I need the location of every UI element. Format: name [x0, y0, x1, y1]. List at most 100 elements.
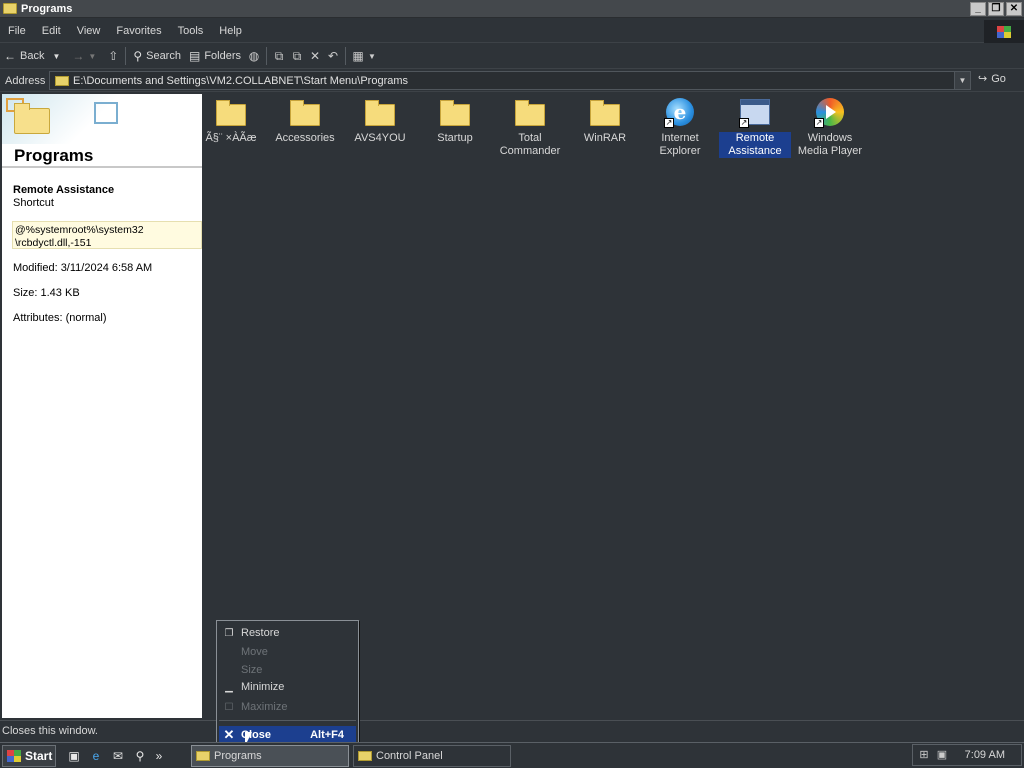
- back-label: Back: [20, 50, 45, 62]
- file-item-label: Ã§¨ ×ÀÃæ: [205, 132, 257, 144]
- minimize-button[interactable]: _: [970, 2, 986, 16]
- menu-file[interactable]: File: [0, 25, 34, 37]
- system-menu: ❐ Restore Move Size ▁ Minimize ☐ Maximiz…: [216, 620, 359, 746]
- chevron-icon[interactable]: »: [154, 748, 164, 764]
- folder-icon: [515, 100, 545, 126]
- folder-icon: [365, 100, 395, 126]
- up-folder-icon[interactable]: ⇧: [104, 49, 122, 63]
- search-button[interactable]: ⚲ Search: [129, 45, 185, 67]
- network-icon[interactable]: ⊞: [917, 748, 931, 762]
- history-icon[interactable]: ◍: [245, 49, 263, 63]
- toolbar-separator: [266, 47, 267, 65]
- folders-icon: ▤: [188, 49, 201, 63]
- back-button[interactable]: ← Back ▼: [0, 45, 68, 67]
- clock: 7:09 AM: [964, 749, 1005, 761]
- file-item-label: WinRAR: [583, 132, 627, 144]
- views-dropdown-icon[interactable]: ▼: [367, 52, 377, 61]
- file-item[interactable]: Ã§¨ ×ÀÃæ: [195, 94, 267, 145]
- back-dropdown-icon[interactable]: ▼: [52, 52, 60, 61]
- selected-item-name: Remote Assistance: [13, 184, 115, 196]
- file-item-label: Startup: [437, 132, 473, 144]
- selected-item-type: Shortcut: [13, 197, 54, 209]
- menu-item-size: Size: [241, 664, 263, 676]
- copy-to-icon[interactable]: ⧉: [288, 49, 306, 64]
- status-bar: Closes this window.: [0, 720, 1024, 741]
- folder-icon: [216, 100, 246, 126]
- shortcut-arrow-icon: ↗: [664, 118, 674, 128]
- window-controls: _ ❐ ✕: [970, 2, 1022, 16]
- file-item-selected[interactable]: ↗ Remote Assistance: [719, 94, 791, 158]
- restore-button[interactable]: ❐: [988, 2, 1004, 16]
- menu-view[interactable]: View: [69, 25, 109, 37]
- explorer-icon[interactable]: ⚲: [132, 748, 148, 764]
- address-field[interactable]: E:\Documents and Settings\VM2.COLLABNET\…: [49, 71, 971, 90]
- folders-label: Folders: [204, 50, 241, 62]
- file-item-label: Total Commander: [499, 132, 561, 157]
- file-item[interactable]: e ↗ Internet Explorer: [644, 94, 716, 158]
- file-size: Size: 1.43 KB: [13, 287, 80, 299]
- file-item[interactable]: WinRAR: [569, 94, 641, 145]
- windows-flag-icon: [7, 749, 21, 762]
- menu-edit[interactable]: Edit: [34, 25, 69, 37]
- internet-explorer-icon[interactable]: e: [88, 748, 104, 764]
- search-icon: ⚲: [133, 49, 143, 63]
- address-dropdown-icon[interactable]: ▼: [954, 72, 970, 89]
- go-label: Go: [991, 72, 1006, 85]
- start-button[interactable]: Start: [2, 744, 56, 767]
- views-icon[interactable]: ▦: [349, 49, 367, 63]
- folder-icon: [3, 3, 17, 14]
- pane-title: Programs: [14, 146, 94, 165]
- tray-app-icon[interactable]: ▣: [935, 748, 949, 762]
- taskbar-button-programs[interactable]: Programs: [191, 744, 349, 767]
- file-item[interactable]: Startup: [419, 94, 491, 145]
- forward-arrow-icon: →: [72, 49, 85, 63]
- forward-button[interactable]: → ▼: [68, 45, 104, 67]
- go-button[interactable]: ↪ Go: [978, 72, 1006, 86]
- target-line-2: \rcbdyctl.dll,-151: [15, 237, 92, 249]
- file-item-label: Windows Media Player: [797, 132, 863, 157]
- status-text: Closes this window.: [2, 725, 98, 737]
- address-label: Address: [5, 74, 46, 87]
- outlook-icon[interactable]: ✉: [110, 748, 126, 764]
- title-bar[interactable]: Programs _ ❐ ✕: [0, 0, 1024, 18]
- menu-item-move: Move: [241, 646, 268, 658]
- menu-item-minimize[interactable]: ▁ Minimize: [219, 678, 356, 696]
- menu-favorites[interactable]: Favorites: [108, 25, 169, 37]
- folder-icon: [196, 750, 210, 761]
- start-label: Start: [25, 748, 53, 763]
- folders-button[interactable]: ▤ Folders: [185, 45, 245, 67]
- menu-tools[interactable]: Tools: [170, 25, 212, 37]
- file-item[interactable]: Accessories: [269, 94, 341, 145]
- back-arrow-icon: ←: [4, 49, 16, 63]
- quick-launch: ▣ e ✉ ⚲ »: [66, 748, 164, 764]
- folder-icon: [440, 100, 470, 126]
- file-item-label: Accessories: [275, 132, 335, 144]
- menu-separator: [219, 720, 356, 721]
- modified-date: Modified: 3/11/2024 6:58 AM: [13, 262, 153, 274]
- delete-icon[interactable]: ✕: [306, 49, 324, 63]
- shortcut-arrow-icon: ↗: [814, 118, 824, 128]
- restore-icon: ❐: [224, 627, 234, 639]
- header-decoration: [94, 102, 118, 124]
- forward-dropdown-icon[interactable]: ▼: [88, 52, 96, 61]
- show-desktop-icon[interactable]: ▣: [66, 748, 82, 764]
- system-tray: ⊞ ▣ 7:09 AM: [912, 744, 1022, 766]
- close-button[interactable]: ✕: [1006, 2, 1022, 16]
- file-item[interactable]: Total Commander: [494, 94, 566, 158]
- file-item[interactable]: AVS4YOU: [344, 94, 416, 145]
- details-pane: Programs Remote Assistance Shortcut @%sy…: [2, 94, 202, 718]
- address-bar: Address E:\Documents and Settings\VM2.CO…: [0, 70, 1024, 92]
- file-item[interactable]: ↗ Windows Media Player: [794, 94, 866, 158]
- file-item-label: Remote Assistance: [719, 132, 791, 158]
- details-header: Programs: [2, 94, 202, 168]
- file-item-label: Internet Explorer: [659, 132, 701, 157]
- move-to-icon[interactable]: ⧉: [270, 49, 288, 64]
- undo-icon[interactable]: ↶: [324, 49, 342, 63]
- windows-flag-icon: [997, 25, 1011, 38]
- toolbar-separator: [125, 47, 127, 65]
- menu-item-restore[interactable]: ❐ Restore: [219, 624, 356, 642]
- taskbar-button-control-panel[interactable]: Control Panel: [353, 744, 511, 767]
- menu-help[interactable]: Help: [211, 25, 250, 37]
- shortcut-target: @%systemroot%\system32 \rcbdyctl.dll,-15…: [12, 221, 202, 249]
- menu-bar: File Edit View Favorites Tools Help: [0, 20, 1024, 43]
